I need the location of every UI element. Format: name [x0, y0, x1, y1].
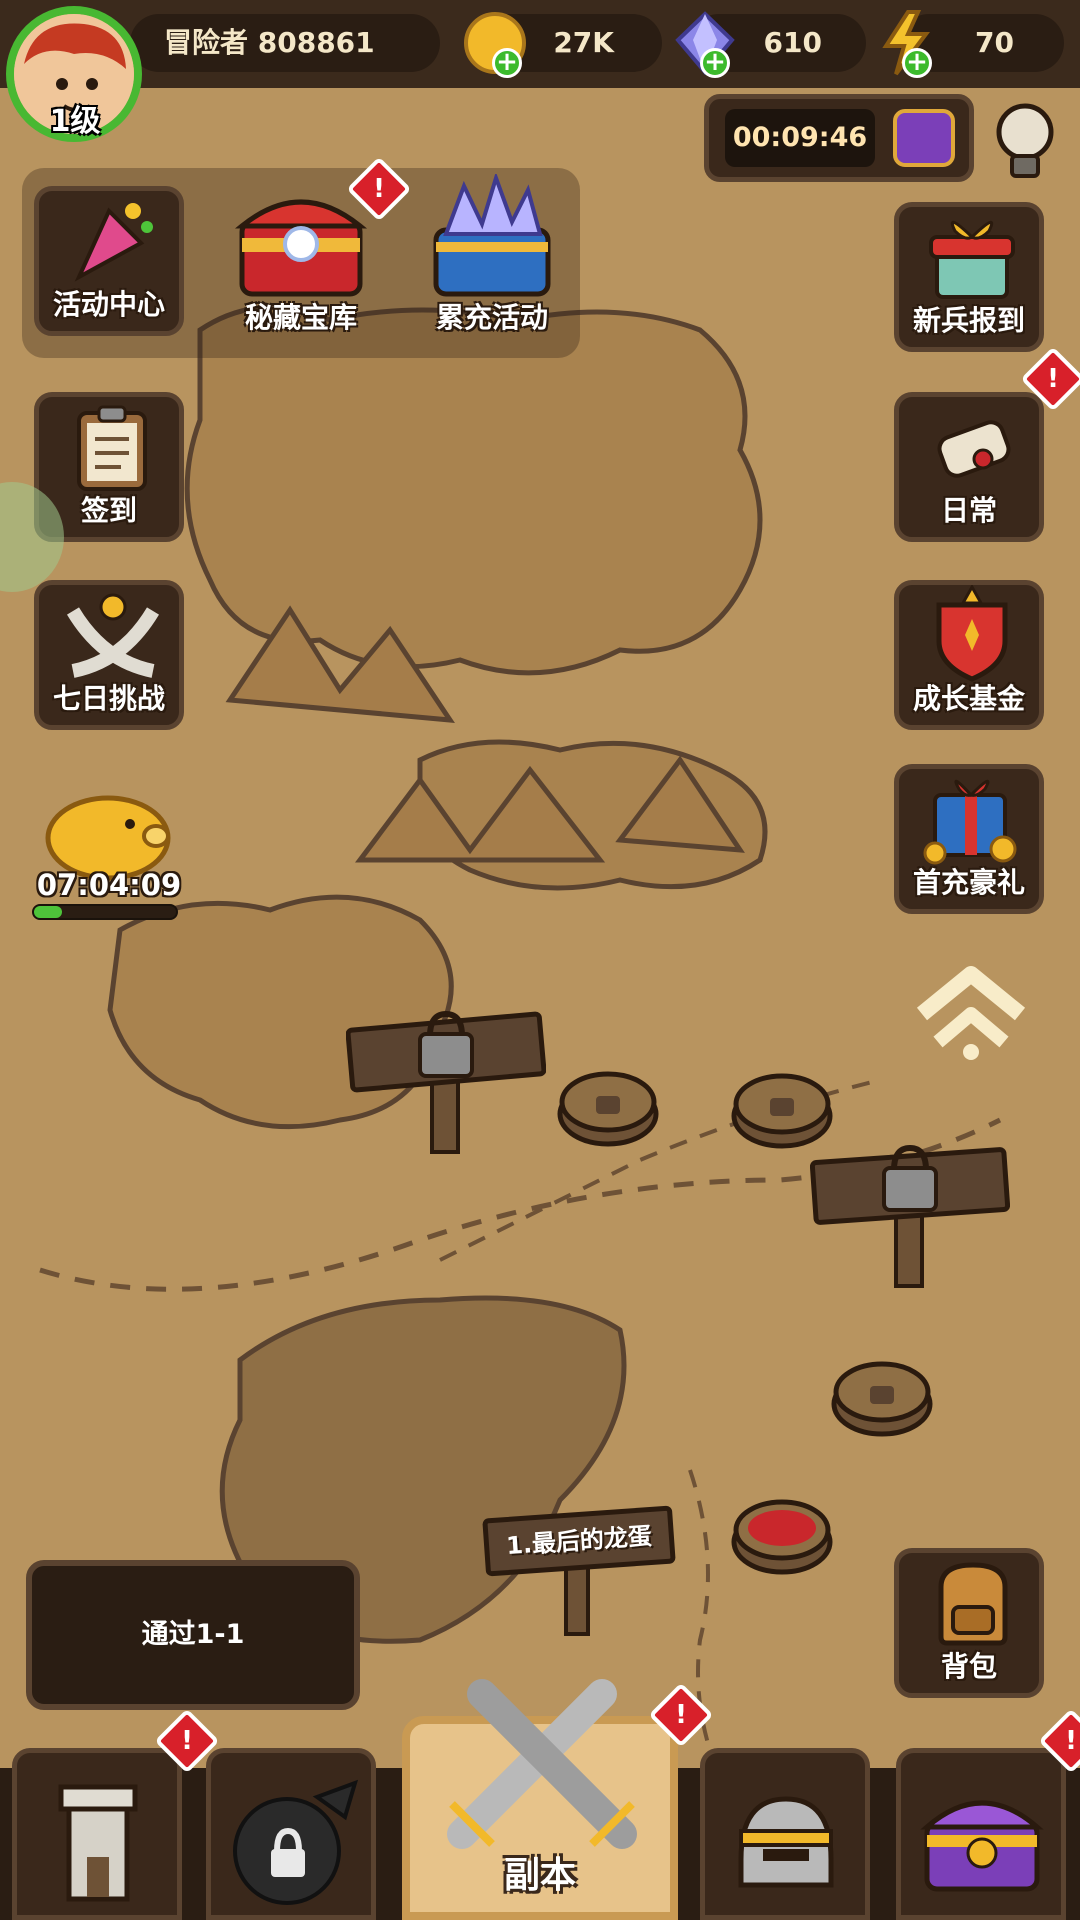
- stage-signpost[interactable]: 1.最后的龙蛋: [482, 1500, 678, 1636]
- nav-tab-dungeon[interactable]: 副本: [402, 1679, 678, 1920]
- backpack-button[interactable]: 背包: [894, 1548, 1044, 1698]
- piggy-timer: 07:04:09: [36, 868, 182, 902]
- clipboard-icon: [77, 405, 147, 491]
- player-name-pill: 冒险者 808861: [130, 14, 440, 72]
- locked-region-sign-1[interactable]: [346, 1006, 546, 1156]
- nav-tab-dungeon-label: 副本: [503, 1855, 576, 1896]
- signpost-board: 1.最后的龙蛋: [482, 1505, 676, 1577]
- growth-fund-label: 成长基金: [912, 682, 1025, 715]
- new-recruit-button[interactable]: 新兵报到: [894, 202, 1044, 352]
- piggy-progress-fill: [34, 906, 63, 918]
- crystal-chest-icon: [433, 174, 551, 297]
- recharge-event-label: 累充活动: [435, 301, 548, 334]
- treasure-chest-icon: [234, 199, 368, 297]
- seven-day-challenge-label: 七日挑战: [52, 682, 165, 715]
- gift-coins-icon: [923, 779, 1017, 865]
- energy-add-icon[interactable]: +: [902, 48, 932, 78]
- seven-day-challenge-button[interactable]: 七日挑战: [34, 580, 184, 730]
- crest-chest-icon: [893, 109, 955, 167]
- backpack-label: 背包: [940, 1650, 997, 1683]
- first-recharge-button[interactable]: 首充豪礼: [894, 764, 1044, 914]
- backpack-icon: [938, 1562, 1008, 1646]
- growth-fund-button[interactable]: 成长基金: [894, 580, 1044, 730]
- recharge-event-button[interactable]: 累充活动: [412, 174, 572, 344]
- player-level: 1级: [49, 104, 101, 139]
- lightbulb-icon[interactable]: [990, 96, 1060, 186]
- gem-add-icon[interactable]: +: [700, 48, 730, 78]
- gold-add-icon[interactable]: +: [492, 48, 522, 78]
- energy-value: 70: [975, 26, 1014, 59]
- scroll-icon: [937, 420, 1011, 478]
- activity-center-label: 活动中心: [52, 288, 165, 321]
- quest-text: 通过1-1: [141, 1619, 245, 1650]
- party-popper-icon: [74, 203, 153, 282]
- helmet-icon: [738, 1796, 834, 1888]
- secret-vault-label: 秘藏宝库: [244, 301, 357, 334]
- piggy-progress-bar: [32, 904, 178, 920]
- nav-tab-locked[interactable]: [206, 1748, 376, 1920]
- nav-tab-chest[interactable]: [896, 1748, 1066, 1920]
- purple-chest-icon: [920, 1800, 1044, 1892]
- new-recruit-label: 新兵报到: [912, 304, 1025, 337]
- daily-button[interactable]: 日常: [894, 392, 1044, 542]
- nav-tab-hero[interactable]: [700, 1748, 870, 1920]
- gold-value: 27K: [553, 26, 614, 59]
- stage-name: 1.最后的龙蛋: [505, 1521, 653, 1561]
- piggy-bank-icon[interactable]: [38, 782, 178, 882]
- nav-tab-tower[interactable]: [12, 1748, 182, 1920]
- first-recharge-label: 首充豪礼: [912, 866, 1025, 899]
- stage-node-locked[interactable]: [556, 1064, 660, 1150]
- quest-panel[interactable]: 通过1-1: [26, 1560, 360, 1710]
- daily-label: 日常: [940, 494, 997, 527]
- activity-center-button[interactable]: 活动中心: [34, 186, 184, 336]
- shield-crest-icon: [936, 585, 1008, 682]
- locked-bomb-icon: [233, 1779, 359, 1905]
- crossed-swords-icon: [447, 1679, 637, 1849]
- locked-region-sign-2[interactable]: [810, 1140, 1010, 1290]
- gem-value: 610: [763, 26, 822, 59]
- stage-node-current[interactable]: [730, 1492, 834, 1578]
- stage-node-locked[interactable]: [730, 1066, 834, 1152]
- event-timer: 00:09:46: [725, 109, 875, 167]
- scroll-up-icon[interactable]: [908, 962, 1034, 1062]
- player-name: 冒险者 808861: [164, 26, 375, 59]
- crossed-swords-icon: [66, 593, 160, 678]
- stage-node-locked[interactable]: [830, 1354, 934, 1440]
- gift-box-icon: [929, 220, 1015, 299]
- event-timer-panel[interactable]: 00:09:46: [704, 94, 974, 182]
- tower-icon: [58, 1784, 138, 1902]
